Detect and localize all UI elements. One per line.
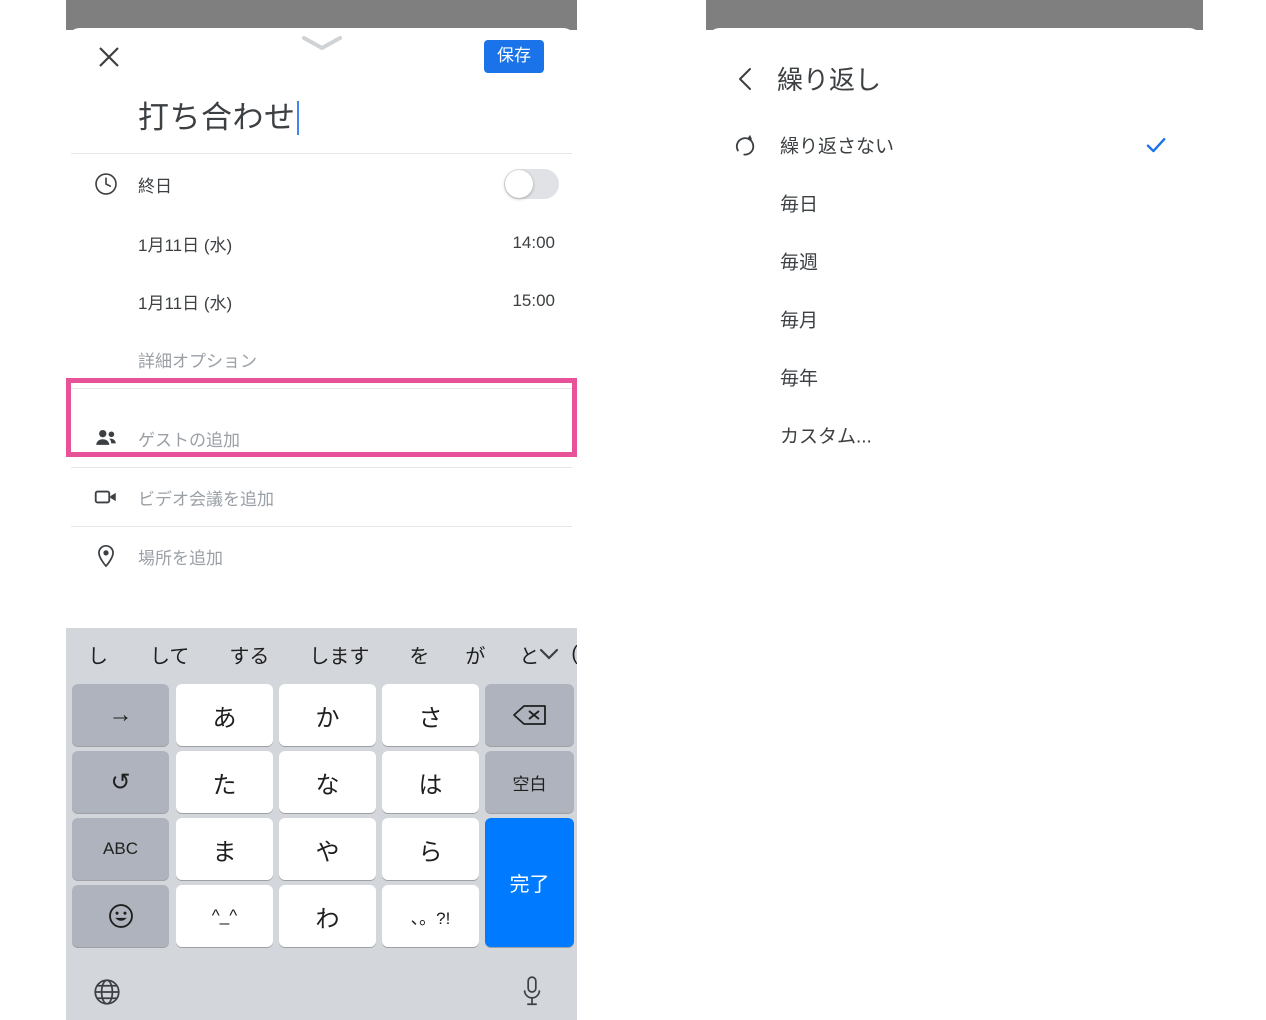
add-guests-label: ゲストの追加	[138, 430, 240, 450]
event-editor-sheet: 保存 打ち合わせ 終日 1月11日 (水) 14:00 1月11日 (水) 15…	[66, 28, 577, 1020]
key-a[interactable]: あ	[176, 684, 273, 746]
repeat-item-label: 毎月	[780, 310, 819, 332]
event-title-value: 打ち合わせ	[138, 100, 296, 135]
event-title-field[interactable]: 打ち合わせ	[66, 88, 577, 153]
all-day-toggle[interactable]	[504, 169, 559, 199]
repeat-options-sheet: 繰り返し 繰り返さない 毎日 毎週 毎月 毎年 カスタム...	[706, 28, 1203, 1020]
people-icon	[93, 425, 119, 451]
row-start-datetime[interactable]: 1月11日 (水) 14:00	[66, 214, 577, 272]
screenshot-stage: 保存 打ち合わせ 終日 1月11日 (水) 14:00 1月11日 (水) 15…	[0, 0, 1266, 1020]
start-time-value[interactable]: 14:00	[512, 233, 555, 253]
repeat-item-label: カスタム...	[780, 426, 872, 448]
row-add-guests[interactable]: ゲストの追加	[66, 409, 577, 467]
repeat-options-panel: 繰り返し 繰り返さない 毎日 毎週 毎月 毎年 カスタム...	[706, 0, 1203, 1020]
globe-icon[interactable]	[92, 977, 122, 1007]
chevron-down-icon[interactable]	[537, 642, 561, 666]
row-advanced-options[interactable]: 詳細オプション	[66, 330, 577, 388]
end-time-value[interactable]: 15:00	[512, 291, 555, 311]
key-ta[interactable]: た	[176, 751, 273, 813]
repeat-item-label: 毎年	[780, 368, 819, 390]
key-ka[interactable]: か	[279, 684, 376, 746]
repeat-header: 繰り返し	[706, 28, 1203, 116]
repeat-item-never[interactable]: 繰り返さない	[706, 116, 1203, 174]
text-cursor	[296, 101, 299, 135]
key-cursor-right[interactable]: →	[72, 684, 169, 746]
add-location-label: 場所を追加	[138, 548, 223, 568]
suggestion-1[interactable]: して	[144, 640, 195, 669]
repeat-item-weekly[interactable]: 毎週	[706, 232, 1203, 290]
check-icon	[1143, 132, 1169, 158]
suggestion-4[interactable]: を	[403, 640, 435, 669]
key-grid: → あ か さ ↺ た な は 空白 ABC ま や ら 完了 ^_^ わ 、。…	[66, 680, 577, 963]
clock-icon	[93, 171, 119, 197]
row-add-video-conference[interactable]: ビデオ会議を追加	[66, 468, 577, 526]
toggle-knob	[505, 170, 533, 198]
key-sa[interactable]: さ	[382, 684, 479, 746]
microphone-icon[interactable]	[519, 975, 545, 1009]
back-chevron-icon[interactable]	[735, 66, 757, 92]
start-date-label: 1月11日 (水)	[138, 235, 233, 255]
emoji-icon	[107, 902, 135, 930]
add-video-label: ビデオ会議を追加	[138, 489, 274, 509]
japanese-keyboard: し して する します を が と ( →	[66, 628, 577, 1020]
key-na[interactable]: な	[279, 751, 376, 813]
key-kaomoji[interactable]: ^_^	[176, 885, 273, 947]
row-add-location[interactable]: 場所を追加	[66, 527, 577, 585]
status-bar	[66, 0, 577, 30]
page-title: 繰り返し	[777, 65, 882, 95]
event-title-text: 打ち合わせ	[138, 92, 299, 137]
repeat-item-daily[interactable]: 毎日	[706, 174, 1203, 232]
video-icon	[93, 484, 119, 510]
row-end-datetime[interactable]: 1月11日 (水) 15:00	[66, 272, 577, 330]
key-punctuation[interactable]: 、。?!	[382, 885, 479, 947]
repeat-item-yearly[interactable]: 毎年	[706, 348, 1203, 406]
key-ya[interactable]: や	[279, 818, 376, 880]
repeat-icon	[731, 132, 757, 158]
repeat-item-label: 毎日	[780, 194, 819, 216]
chevron-down-grabber-icon[interactable]	[300, 34, 344, 52]
key-wa[interactable]: わ	[279, 885, 376, 947]
suggestion-5[interactable]: が	[459, 640, 491, 669]
event-editor-panel: 保存 打ち合わせ 終日 1月11日 (水) 14:00 1月11日 (水) 15…	[66, 0, 577, 1020]
repeat-item-monthly[interactable]: 毎月	[706, 290, 1203, 348]
key-space[interactable]: 空白	[485, 751, 574, 813]
backspace-icon	[512, 703, 548, 727]
suggestion-7[interactable]: (	[565, 643, 577, 666]
repeat-item-custom[interactable]: カスタム...	[706, 406, 1203, 464]
suggestion-bar: し して する します を が と (	[66, 628, 577, 680]
key-ha[interactable]: は	[382, 751, 479, 813]
repeat-item-label: 繰り返さない	[780, 136, 895, 158]
key-ra[interactable]: ら	[382, 818, 479, 880]
key-emoji[interactable]	[72, 885, 169, 947]
advanced-options-label: 詳細オプション	[138, 351, 257, 371]
status-bar	[706, 0, 1203, 30]
key-backspace[interactable]	[485, 684, 574, 746]
suggestion-0[interactable]: し	[82, 640, 114, 669]
key-ma[interactable]: ま	[176, 818, 273, 880]
row-all-day-label: 終日	[138, 176, 172, 196]
pin-icon	[93, 543, 119, 569]
suggestion-3[interactable]: します	[303, 640, 375, 669]
key-abc[interactable]: ABC	[72, 818, 169, 880]
row-all-day[interactable]: 終日	[66, 154, 577, 214]
end-date-label: 1月11日 (水)	[138, 293, 233, 313]
key-done[interactable]: 完了	[485, 818, 574, 947]
repeat-item-label: 毎週	[780, 252, 819, 274]
save-button[interactable]: 保存	[484, 40, 544, 74]
key-undo[interactable]: ↺	[72, 751, 169, 813]
keyboard-bottom-bar	[66, 963, 577, 1020]
suggestion-2[interactable]: する	[223, 640, 275, 669]
editor-topbar: 保存	[66, 28, 577, 88]
close-icon[interactable]	[96, 44, 122, 70]
